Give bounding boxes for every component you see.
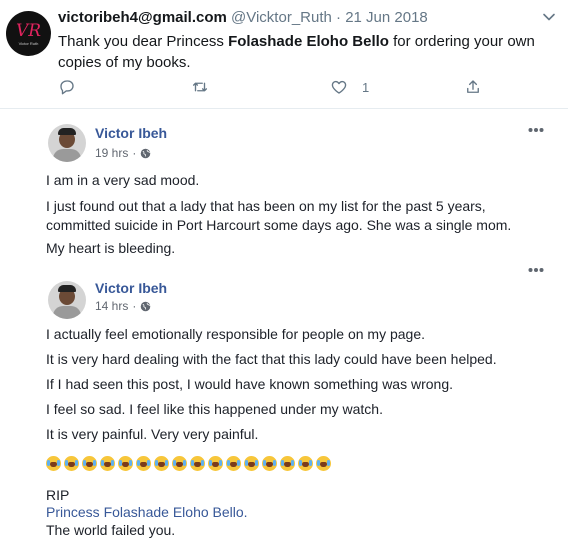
crying-emoji-row (46, 456, 334, 472)
crying-face-emoji (82, 456, 97, 471)
crying-face-emoji (118, 456, 133, 471)
crying-face-emoji (208, 456, 223, 471)
meta-dot: · (132, 299, 137, 313)
more-options-icon[interactable] (528, 127, 544, 133)
closing-text: The world failed you. (46, 522, 176, 538)
avatar-cap (58, 285, 76, 292)
post-text-line: It is very painful. Very very painful. (46, 426, 259, 442)
crying-face-emoji (280, 456, 295, 471)
tweet: VR Victor Ruth victoribeh4@gmail.com @Vi… (0, 0, 568, 109)
tweet-avatar[interactable]: VR Victor Ruth (6, 11, 51, 56)
crying-face-emoji (190, 456, 205, 471)
crying-face-emoji (226, 456, 241, 471)
more-options-icon[interactable] (528, 267, 544, 273)
post-text-line: I am in a very sad mood. (46, 172, 200, 188)
avatar-body (53, 306, 81, 319)
retweet-icon (192, 82, 208, 92)
tweet-author-name[interactable]: victoribeh4@gmail.com (58, 9, 227, 26)
like-icon (331, 80, 347, 94)
tweet-separator: · (336, 9, 342, 26)
rip-name-link[interactable]: Princess Folashade Eloho Bello. (46, 503, 248, 521)
like-button[interactable]: 1 (330, 78, 369, 96)
avatar-subtitle: Victor Ruth (18, 41, 39, 46)
crying-face-emoji (154, 456, 169, 471)
post-time[interactable]: 14 hrs (95, 299, 128, 313)
post-text-line: If I had seen this post, I would have kn… (46, 376, 454, 392)
post-text-line: I just found out that a lady that has be… (46, 198, 486, 214)
crying-face-emoji (244, 456, 259, 471)
tweet-mention-name: Folashade Eloho Bello (228, 33, 389, 50)
tweet-text: Thank you dear Princess Folashade Eloho … (58, 31, 558, 73)
avatar[interactable] (48, 124, 86, 162)
post-time[interactable]: 19 hrs (95, 146, 128, 160)
reply-button[interactable] (58, 78, 76, 96)
crying-face-emoji (298, 456, 313, 471)
post-text-line: committed suicide in Port Harcourt some … (46, 217, 512, 233)
caret-down-icon[interactable] (542, 10, 556, 24)
crying-face-emoji (136, 456, 151, 471)
facebook-posts: Victor Ibeh 19 hrs · I am in a very sad … (0, 109, 568, 540)
crying-face-emoji (172, 456, 187, 471)
post-meta: 14 hrs · (95, 299, 151, 313)
post-text-line: My heart is bleeding. (46, 240, 176, 256)
share-button[interactable] (464, 78, 482, 96)
post-text-line: I actually feel emotionally responsible … (46, 326, 425, 342)
avatar-logo: VR (15, 21, 42, 41)
share-icon (467, 80, 479, 93)
globe-icon (141, 301, 151, 311)
avatar-cap (58, 128, 76, 135)
tweet-date[interactable]: 21 Jun 2018 (345, 9, 428, 26)
retweet-button[interactable] (191, 78, 209, 96)
tweet-handle[interactable]: @Vicktor_Ruth (231, 9, 332, 26)
crying-face-emoji (316, 456, 331, 471)
post-author[interactable]: Victor Ibeh (95, 125, 167, 141)
avatar-body (53, 149, 81, 162)
post-author[interactable]: Victor Ibeh (95, 280, 167, 296)
tweet-header: victoribeh4@gmail.com @Vicktor_Ruth · 21… (58, 8, 428, 28)
tweet-text-start: Thank you dear Princess (58, 33, 229, 50)
tweet-actions: 1 (58, 78, 518, 98)
meta-dot: · (132, 146, 137, 160)
like-count: 1 (362, 79, 370, 95)
avatar[interactable] (48, 281, 86, 319)
crying-face-emoji (64, 456, 79, 471)
crying-face-emoji (46, 456, 61, 471)
globe-icon (141, 148, 151, 158)
rip-text: RIP (46, 487, 70, 503)
reply-icon (60, 80, 74, 95)
post-text-line: I feel so sad. I feel like this happened… (46, 401, 383, 417)
post-meta: 19 hrs · (95, 146, 151, 160)
crying-face-emoji (262, 456, 277, 471)
post-text-line: It is very hard dealing with the fact th… (46, 351, 497, 367)
crying-face-emoji (100, 456, 115, 471)
